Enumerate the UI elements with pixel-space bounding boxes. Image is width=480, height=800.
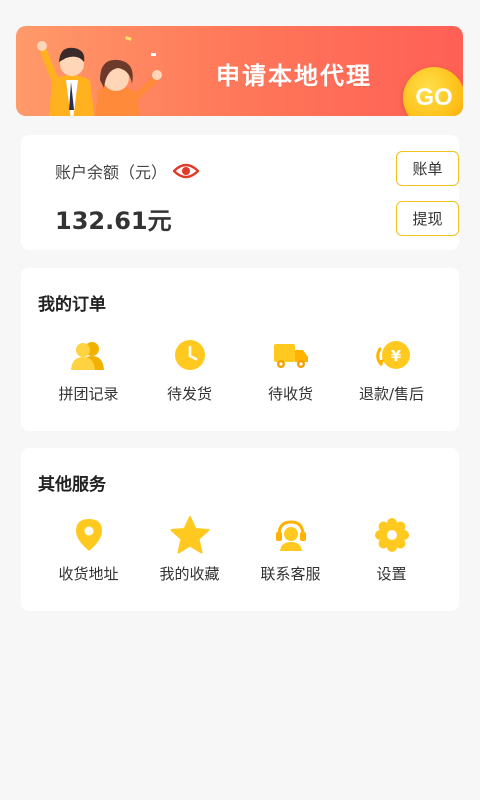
orders-grid: 拼团记录 待发货 待收货 ¥ 退款/售后 bbox=[21, 338, 459, 404]
services-title: 其他服务 bbox=[38, 475, 106, 495]
clock-icon bbox=[174, 340, 205, 370]
customer-service-icon bbox=[275, 520, 306, 551]
svg-text:¥: ¥ bbox=[390, 347, 401, 365]
orders-title: 我的订单 bbox=[38, 295, 106, 315]
service-item-favorites[interactable]: 我的收藏 bbox=[139, 516, 240, 584]
withdraw-button[interactable]: 提现 bbox=[396, 201, 459, 236]
service-item-settings[interactable]: 设置 bbox=[341, 518, 442, 584]
eye-icon[interactable] bbox=[173, 162, 200, 180]
order-item-label: 拼团记录 bbox=[58, 385, 119, 403]
truck-icon bbox=[273, 344, 308, 368]
balance-amount: 132.61元 bbox=[55, 207, 172, 235]
order-item-to-ship[interactable]: 待发货 bbox=[139, 338, 240, 404]
group-icon bbox=[70, 342, 104, 370]
service-item-label: 收货地址 bbox=[58, 565, 119, 583]
order-item-group-records[interactable]: 拼团记录 bbox=[38, 338, 139, 404]
service-item-address[interactable]: 收货地址 bbox=[38, 518, 139, 584]
service-item-label: 我的收藏 bbox=[159, 565, 220, 583]
other-services-card: 其他服务 收货地址 我的收藏 联系客服 设置 bbox=[21, 448, 459, 611]
star-icon bbox=[170, 516, 209, 554]
balance-label: 账户余额（元） bbox=[55, 163, 168, 182]
my-orders-card: 我的订单 拼团记录 待发货 待收货 ¥ 退款/售后 bbox=[21, 268, 459, 431]
order-item-refund[interactable]: ¥ 退款/售后 bbox=[341, 338, 442, 404]
gear-icon bbox=[374, 518, 409, 552]
balance-label-row: 账户余额（元） bbox=[55, 159, 200, 183]
go-button[interactable]: GO bbox=[403, 67, 463, 116]
refund-icon: ¥ bbox=[375, 341, 410, 369]
location-pin-icon bbox=[75, 519, 102, 551]
service-item-label: 联系客服 bbox=[260, 565, 321, 583]
services-grid: 收货地址 我的收藏 联系客服 设置 bbox=[21, 516, 459, 584]
order-item-label: 退款/售后 bbox=[358, 385, 425, 403]
service-item-label: 设置 bbox=[376, 565, 407, 583]
service-item-customer-service[interactable]: 联系客服 bbox=[240, 518, 341, 584]
banner-title: 申请本地代理 bbox=[216, 62, 372, 90]
order-item-label: 待发货 bbox=[166, 385, 212, 403]
bill-button[interactable]: 账单 bbox=[396, 151, 459, 186]
order-item-to-receive[interactable]: 待收货 bbox=[240, 338, 341, 404]
people-illustration bbox=[37, 36, 162, 116]
agent-banner[interactable]: 申请本地代理 GO bbox=[16, 26, 463, 116]
order-item-label: 待收货 bbox=[267, 385, 313, 403]
balance-card: 账户余额（元） 132.61元 账单 提现 bbox=[21, 135, 459, 250]
